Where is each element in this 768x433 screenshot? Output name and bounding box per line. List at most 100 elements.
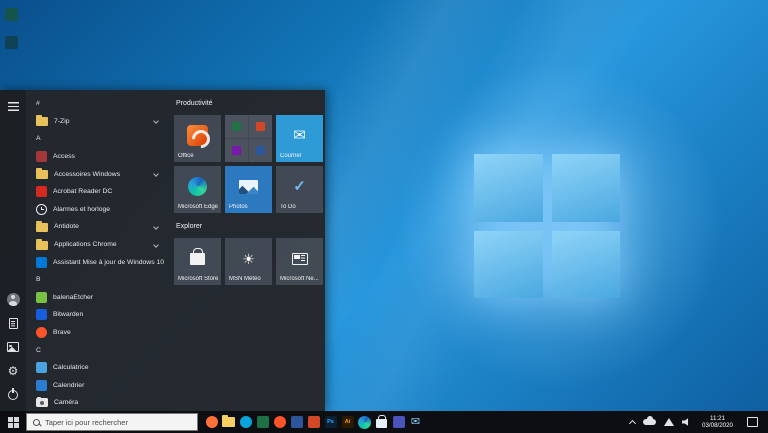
- mini-app-icon: [256, 122, 265, 131]
- taskbar-icon-powerpoint[interactable]: [305, 411, 322, 433]
- tile-grid: OfficeCourrierMicrosoft EdgePhotosTo Do: [174, 115, 319, 213]
- tile-mini-grid: [225, 115, 272, 162]
- app-section-header-a[interactable]: A: [26, 130, 166, 148]
- app-list-item-assistant-mise-a-jour-de-windows-10[interactable]: Assistant Mise à jour de Windows 10: [26, 253, 166, 271]
- tile-microsoft-ne[interactable]: Microsoft Ne...: [276, 238, 323, 285]
- taskbar-icon-teams[interactable]: [390, 411, 407, 433]
- tile-microsoft-edge[interactable]: Microsoft Edge: [174, 166, 221, 213]
- chevron-down-icon: [153, 224, 159, 230]
- mini-tile[interactable]: [225, 139, 248, 162]
- mini-tile[interactable]: [249, 115, 272, 138]
- tile-group-title[interactable]: Explorer: [176, 223, 319, 232]
- tile-group-title[interactable]: Productivité: [176, 100, 319, 109]
- app-list-item-brave[interactable]: Brave: [26, 324, 166, 342]
- rail-button-documents[interactable]: [4, 315, 22, 331]
- start-button[interactable]: [0, 411, 26, 433]
- tile-office-apps[interactable]: [225, 115, 272, 162]
- tile-courrier[interactable]: Courrier: [276, 115, 323, 162]
- rail-button-pictures[interactable]: [4, 339, 22, 355]
- mini-tile[interactable]: [225, 115, 248, 138]
- app-list-item-applications-chrome[interactable]: Applications Chrome: [26, 236, 166, 254]
- app-section-header-b[interactable]: B: [26, 271, 166, 289]
- rail-button-power[interactable]: [4, 387, 22, 403]
- taskbar-icon-edge[interactable]: [356, 411, 373, 433]
- app-list-item-acrobat-reader-dc[interactable]: Acrobat Reader DC: [26, 183, 166, 201]
- app-list-item-came-ra[interactable]: Caméra: [26, 394, 166, 411]
- section-letter: B: [36, 276, 41, 283]
- taskbar-icon-word[interactable]: [288, 411, 305, 433]
- windows-logo-pane: [552, 154, 621, 222]
- edge-icon: [358, 416, 371, 429]
- illustrator-icon: Ai: [342, 416, 354, 428]
- assistant-mise-a-jour-de-windows-10-icon: [36, 257, 47, 268]
- app-list-item-7-zip[interactable]: 7-Zip: [26, 113, 166, 131]
- bitwarden-icon: [36, 309, 47, 320]
- app-list-item-access[interactable]: Access: [26, 148, 166, 166]
- desktop-shortcuts: [5, 8, 18, 49]
- desktop-shortcut-2[interactable]: [5, 36, 18, 49]
- taskbar-icon-store[interactable]: [373, 411, 390, 433]
- rail-button-menu[interactable]: [4, 98, 22, 114]
- taskbar-icon-photoshop[interactable]: Ps: [322, 411, 339, 433]
- app-section-header-c[interactable]: C: [26, 341, 166, 359]
- tile-microsoft-store[interactable]: Microsoft Store: [174, 238, 221, 285]
- taskbar-icon-file-explorer[interactable]: [220, 411, 237, 433]
- folder-icon: [36, 170, 48, 179]
- word-icon: [291, 416, 303, 428]
- folder-icon: [36, 223, 48, 232]
- tray-hidden-icons-button[interactable]: [626, 411, 639, 433]
- app-list-item-bitwarden[interactable]: Bitwarden: [26, 306, 166, 324]
- excel-icon: [257, 416, 269, 428]
- taskbar-icon-skype[interactable]: [237, 411, 254, 433]
- app-list-item-alarmes-et-horloge[interactable]: Alarmes et horloge: [26, 201, 166, 219]
- taskbar-icon-firefox[interactable]: [203, 411, 220, 433]
- photoshop-icon: Ps: [325, 416, 337, 428]
- app-section-header-item[interactable]: #: [26, 95, 166, 113]
- clock-icon: [36, 204, 47, 215]
- section-letter: C: [36, 347, 41, 354]
- mail-icon: [293, 128, 306, 143]
- desktop-shortcut-1[interactable]: [5, 8, 18, 21]
- taskbar-icon-mail[interactable]: [407, 411, 424, 433]
- rail-button-settings[interactable]: [4, 363, 22, 379]
- taskbar-search-input[interactable]: Taper ici pour rechercher: [26, 413, 198, 431]
- store-icon: [376, 419, 387, 428]
- brave-icon: [274, 416, 286, 428]
- tray-date: 03/08/2020: [702, 422, 733, 430]
- tile-photos[interactable]: Photos: [225, 166, 272, 213]
- windows-logo-pane: [474, 154, 543, 222]
- brave-icon: [36, 327, 47, 338]
- app-list-item-balenaetcher[interactable]: balenaEtcher: [26, 289, 166, 307]
- section-letter: #: [36, 100, 40, 107]
- action-center-button[interactable]: [739, 411, 766, 433]
- tray-network-button[interactable]: [660, 411, 678, 433]
- desktop: #7-Zip A AccessAccessoires WindowsAcrobat …: [0, 0, 768, 433]
- windows-logo: [474, 154, 620, 298]
- mini-tile[interactable]: [249, 139, 272, 162]
- rail-button-user[interactable]: [4, 291, 22, 307]
- taskbar-icon-excel[interactable]: [254, 411, 271, 433]
- tray-time: 11:21: [710, 415, 725, 423]
- section-letter: A: [36, 135, 41, 142]
- app-label: 7-Zip: [54, 118, 154, 125]
- tile-label: To Do: [280, 204, 321, 210]
- hamburger-icon: [8, 102, 19, 111]
- mini-app-icon: [232, 122, 241, 131]
- start-menu-rail: [0, 90, 26, 411]
- app-list-item-calculatrice[interactable]: Calculatrice: [26, 359, 166, 377]
- app-list-item-antidote[interactable]: Antidote: [26, 218, 166, 236]
- taskbar-clock[interactable]: 11:21 03/08/2020: [696, 415, 739, 430]
- app-list-item-accessoires-windows[interactable]: Accessoires Windows: [26, 165, 166, 183]
- tile-msn-me-te-o[interactable]: MSN Météo: [225, 238, 272, 285]
- hidden-icons-icon: [629, 419, 636, 426]
- tile-office[interactable]: Office: [174, 115, 221, 162]
- tray-volume-button[interactable]: [678, 411, 696, 433]
- gear-icon: [8, 362, 19, 380]
- app-list-item-calendrier[interactable]: Calendrier: [26, 377, 166, 395]
- tray-onedrive-button[interactable]: [639, 411, 660, 433]
- tile-to-do[interactable]: To Do: [276, 166, 323, 213]
- taskbar-icon-brave[interactable]: [271, 411, 288, 433]
- taskbar-icon-illustrator[interactable]: Ai: [339, 411, 356, 433]
- taskbar-pinned-apps: Ps Ai: [203, 411, 424, 433]
- photos-icon: [239, 180, 258, 194]
